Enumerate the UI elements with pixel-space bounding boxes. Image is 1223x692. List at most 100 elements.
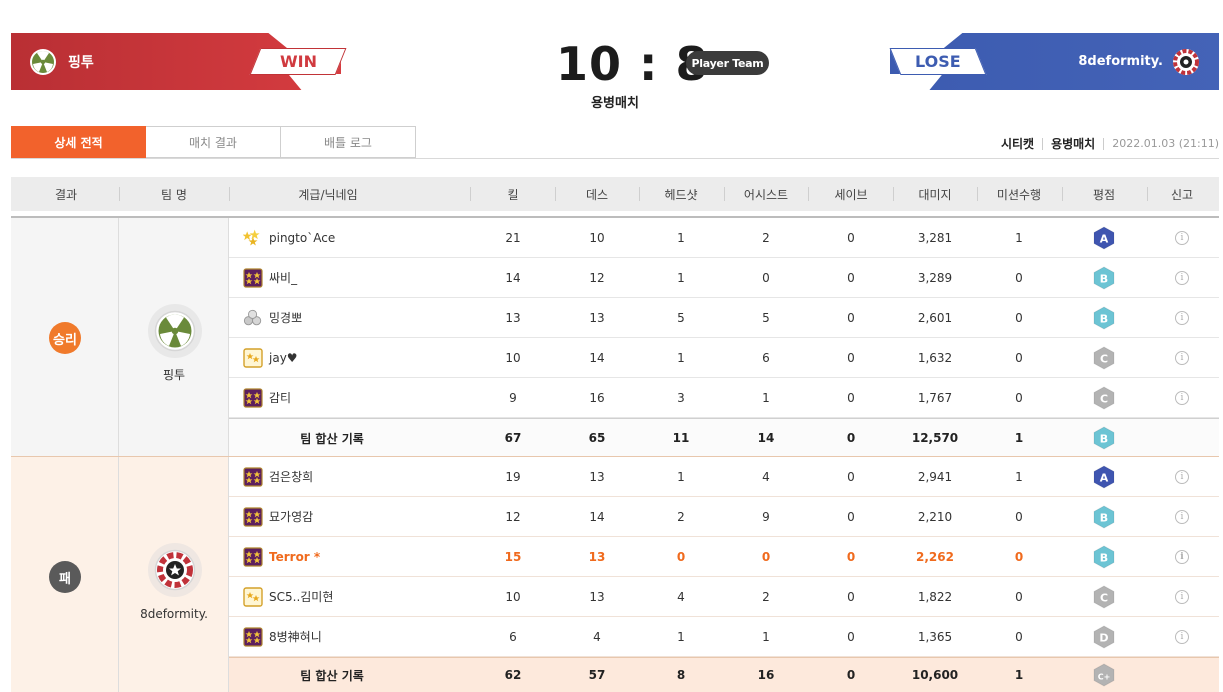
match-datetime: 2022.01.03 (21:11) <box>1112 137 1219 150</box>
stat-damage: 3,289 <box>917 270 953 285</box>
player-nickname[interactable]: Terror * <box>269 550 320 564</box>
svg-text:B: B <box>1100 433 1108 446</box>
player-row[interactable]: 감티 9 16 3 1 0 1,767 0 Ci <box>229 378 1219 418</box>
grade-hexagon-icon: C <box>1093 385 1115 410</box>
report-info-icon[interactable]: i <box>1175 469 1189 484</box>
report-info-icon[interactable]: i <box>1175 390 1189 405</box>
column-divider <box>1147 187 1148 201</box>
stat-damage: 1,822 <box>917 589 953 604</box>
player-row[interactable]: 밍경뽀 13 13 5 5 0 2,601 0 Bi <box>229 298 1219 338</box>
report-info-icon[interactable]: i <box>1175 509 1189 524</box>
player-nickname[interactable]: 밍경뽀 <box>269 309 302 326</box>
stat-death: 13 <box>589 589 605 604</box>
report-cell[interactable]: i <box>1162 218 1202 257</box>
total-mission: 1 <box>1014 668 1024 682</box>
grade-cell: B <box>1084 419 1124 457</box>
radiation-emblem-icon <box>29 48 57 76</box>
player-nickname[interactable]: 싸비_ <box>269 269 297 286</box>
stat-mission: 1 <box>1015 230 1023 245</box>
svg-text:B: B <box>1100 511 1108 524</box>
report-cell[interactable]: i <box>1162 497 1202 536</box>
svg-text:A: A <box>1100 471 1109 484</box>
grade-cell: A <box>1084 218 1124 257</box>
player-nickname-cell: 싸비_ <box>243 258 473 297</box>
stat-mission: 0 <box>1015 509 1023 524</box>
red-ring-emblem-icon[interactable] <box>148 543 202 597</box>
report-cell[interactable]: i <box>1162 258 1202 297</box>
svg-text:B: B <box>1100 551 1108 564</box>
report-cell[interactable]: i <box>1162 617 1202 656</box>
column-header: 계급/닉네임 <box>298 187 358 202</box>
player-row[interactable]: Terror * 15 13 0 0 0 2,262 0 Bi <box>229 537 1219 577</box>
total-damage: 12,570 <box>911 431 959 445</box>
player-nickname[interactable]: pingto`Ace <box>269 231 335 245</box>
player-row[interactable]: 묘가영감 12 14 2 9 0 2,210 0 Bi <box>229 497 1219 537</box>
team-cell: 핑투 <box>119 218 229 456</box>
grade-hexagon-icon: B <box>1093 504 1115 529</box>
tab-match-result[interactable]: 매치 결과 <box>146 126 281 158</box>
grade-hexagon-icon: C+ <box>1093 663 1115 687</box>
stat-save: 0 <box>847 629 855 644</box>
total-death: 57 <box>588 668 606 682</box>
team-total-row: 팀 합산 기록 67 65 11 14 0 12,570 1 B <box>229 418 1219 458</box>
stat-kill: 10 <box>505 589 521 604</box>
stat-assist: 2 <box>762 230 770 245</box>
report-cell[interactable]: i <box>1162 537 1202 576</box>
radiation-emblem-icon[interactable] <box>148 304 202 358</box>
player-nickname[interactable]: 묘가영감 <box>269 508 313 525</box>
report-cell[interactable]: i <box>1162 378 1202 417</box>
svg-text:C: C <box>1100 352 1108 365</box>
purple-stars-rank-icon <box>243 466 263 487</box>
grade-hexagon-icon: B <box>1093 544 1115 569</box>
lose-badge: 패 <box>49 561 81 593</box>
report-info-icon[interactable]: i <box>1175 549 1189 564</box>
player-row[interactable]: SC5..김미현 10 13 4 2 0 1,822 0 Ci <box>229 577 1219 617</box>
total-kill: 67 <box>504 431 522 445</box>
report-info-icon[interactable]: i <box>1175 230 1189 245</box>
player-row[interactable]: pingto`Ace 21 10 1 2 0 3,281 1 Ai <box>229 218 1219 258</box>
team-name[interactable]: 8deformity. <box>119 607 229 621</box>
player-row[interactable]: 싸비_ 14 12 1 0 0 3,289 0 Bi <box>229 258 1219 298</box>
player-nickname[interactable]: 8병神혀니 <box>269 628 322 645</box>
report-info-icon[interactable]: i <box>1175 350 1189 365</box>
stat-mission: 0 <box>1015 390 1023 405</box>
stat-assist: 5 <box>762 310 770 325</box>
winner-team-block: 승리 핑투 pingto`Ace 21 10 1 2 0 3,281 1 Ai 싸비_ 14 12 1 0… <box>11 216 1219 458</box>
lose-tag: LOSE <box>889 48 987 75</box>
stat-hs: 1 <box>677 230 685 245</box>
report-info-icon[interactable]: i <box>1175 310 1189 325</box>
tab-battle-log[interactable]: 배틀 로그 <box>281 126 416 158</box>
player-row[interactable]: jay♥ 10 14 1 6 0 1,632 0 Ci <box>229 338 1219 378</box>
player-nickname-cell: Terror * <box>243 537 473 576</box>
purple-stars-rank-icon <box>243 387 263 408</box>
mode-name: 용병매치 <box>1051 137 1096 151</box>
stat-damage: 1,632 <box>917 350 953 365</box>
team-name[interactable]: 핑투 <box>119 366 229 383</box>
team-total-row: 팀 합산 기록 62 57 8 16 0 10,600 1 C+ <box>229 657 1219 692</box>
report-cell[interactable]: i <box>1162 457 1202 496</box>
player-nickname[interactable]: jay♥ <box>269 351 298 365</box>
report-cell[interactable]: i <box>1162 577 1202 616</box>
player-row[interactable]: 검은창희 19 13 1 4 0 2,941 1 Ai <box>229 457 1219 497</box>
report-info-icon[interactable]: i <box>1175 629 1189 644</box>
stat-hs: 2 <box>677 509 685 524</box>
player-row[interactable]: 8병神혀니 6 4 1 1 0 1,365 0 Di <box>229 617 1219 657</box>
tab-detail[interactable]: 상세 전적 <box>11 126 146 158</box>
player-nickname[interactable]: 감티 <box>269 389 291 406</box>
stat-hs: 1 <box>677 350 685 365</box>
report-cell[interactable]: i <box>1162 338 1202 377</box>
report-info-icon[interactable]: i <box>1175 270 1189 285</box>
stat-kill: 15 <box>504 549 522 564</box>
total-assist: 16 <box>757 668 775 682</box>
player-nickname[interactable]: 검은창희 <box>269 468 313 485</box>
gold-stars-rank-icon <box>243 228 263 248</box>
report-cell[interactable]: i <box>1162 298 1202 337</box>
grade-hexagon-icon: A <box>1093 464 1115 489</box>
player-nickname-cell: 검은창희 <box>243 457 473 496</box>
grade-cell: B <box>1084 258 1124 297</box>
player-nickname[interactable]: SC5..김미현 <box>269 588 333 605</box>
purple-stars-rank-icon <box>243 546 263 567</box>
report-info-icon[interactable]: i <box>1175 589 1189 604</box>
stat-save: 0 <box>847 509 855 524</box>
stat-assist: 1 <box>762 629 770 644</box>
